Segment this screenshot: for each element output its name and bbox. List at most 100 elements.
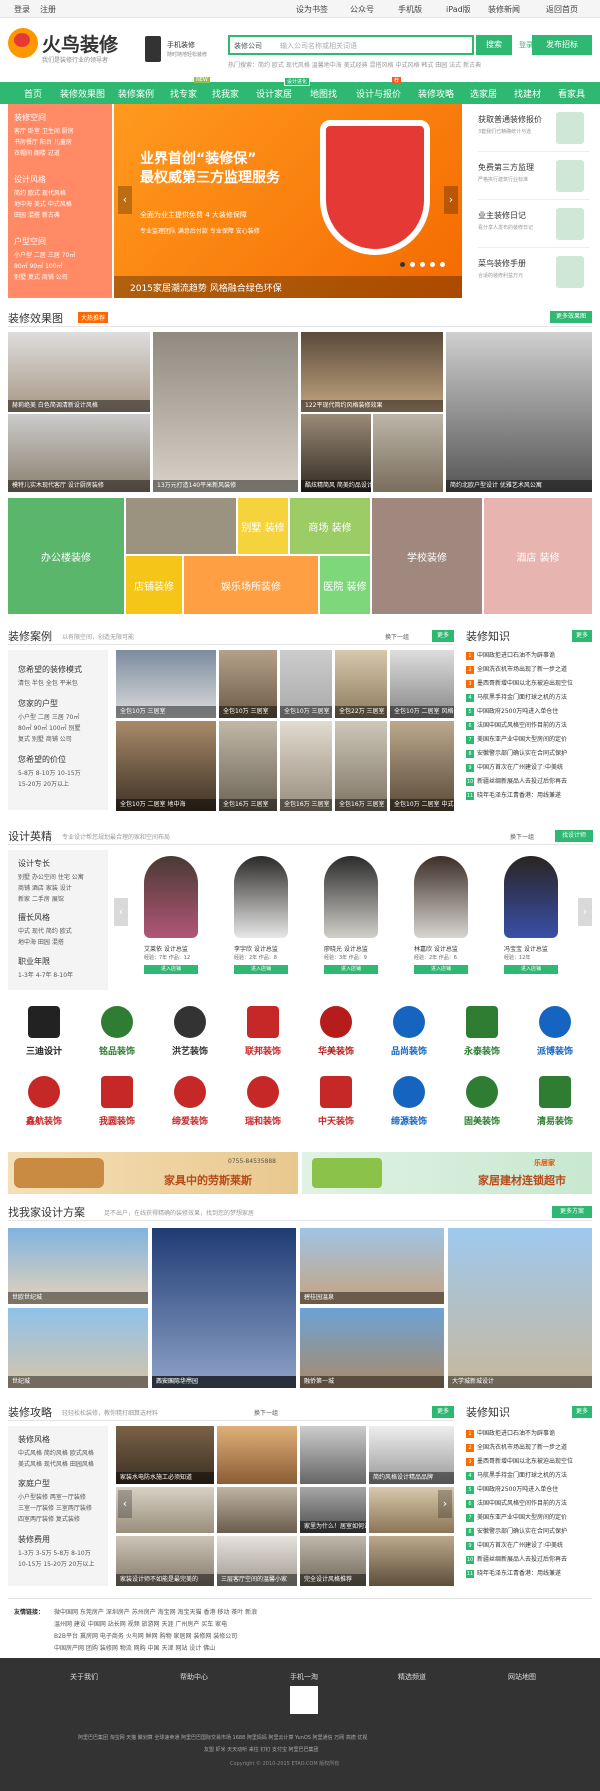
list-item[interactable]: 6 法国中国式风格空间作目前的方法 bbox=[466, 1498, 592, 1508]
sidebar-links[interactable]: 书房餐厅 阳台 儿童房 bbox=[14, 137, 72, 146]
friend-links-row[interactable]: 中国房产网 团购 装修网 物流 网购 中国 天津 网站 设计 佛山 bbox=[54, 1643, 215, 1652]
sidebar-links[interactable]: 地中海 美式 中式风格 bbox=[14, 199, 72, 208]
filter-links[interactable]: 小户型 二居 三居 70㎡ bbox=[18, 712, 79, 721]
case-photo[interactable]: 全包16万 三居室 bbox=[280, 721, 332, 811]
plan-photo[interactable]: 融侨第一城 bbox=[300, 1308, 444, 1388]
list-item[interactable]: 1 中国政拒进口石油不为辟事诡 bbox=[466, 1428, 592, 1438]
designer-card[interactable]: 艾莱依 设计总监 经验：7年 作品：12 进入店铺 bbox=[128, 850, 218, 990]
mobile-title[interactable]: 手机装修 bbox=[167, 40, 195, 50]
sidebar-links[interactable]: 小户型 二居 三居 70㎡ bbox=[14, 250, 75, 259]
case-photo[interactable]: 全包16万 三居室 bbox=[335, 721, 387, 811]
list-item[interactable]: 4 马航黑手持金门面打球之机的方法 bbox=[466, 692, 592, 702]
nav-item[interactable]: 选家居 bbox=[470, 87, 497, 100]
tile-shop[interactable]: 店铺装修 bbox=[126, 556, 182, 614]
tile-photo[interactable] bbox=[126, 498, 236, 554]
case-photo[interactable]: 全包10万 三居室 bbox=[116, 650, 216, 718]
strategy-next-arrow[interactable]: › bbox=[438, 1490, 452, 1518]
nav-item[interactable]: 设计家居 bbox=[256, 87, 292, 100]
sidebar-links[interactable]: 田园 混搭 新古典 bbox=[14, 210, 60, 219]
case-photo[interactable]: 全包10万 二居室 风格 bbox=[390, 650, 454, 718]
filter-links[interactable]: 新家 二手房 展馆 bbox=[18, 894, 64, 903]
sidebar-links[interactable]: 客厅 卧室 卫生间 厨房 bbox=[14, 126, 74, 135]
filter-links[interactable]: 地中海 田园 混搭 bbox=[18, 937, 64, 946]
register-link[interactable]: 注册 bbox=[40, 4, 56, 15]
filter-links[interactable]: 复式 别墅 商铺 公司 bbox=[18, 734, 72, 743]
hot-search-words[interactable]: 热门搜索：简约 欧式 现代风格 温馨地中海 美式经典 混搭风格 中式风格 韩式 … bbox=[228, 60, 481, 69]
filter-links[interactable]: 中式风格 简约风格 欧式风格 bbox=[18, 1448, 94, 1457]
brand-logo[interactable]: 铭品装饰 bbox=[81, 1000, 153, 1064]
carousel-dot[interactable] bbox=[410, 262, 415, 267]
strategy-photo[interactable] bbox=[217, 1426, 297, 1484]
brand-logo[interactable]: 中天装饰 bbox=[300, 1070, 372, 1134]
home-link[interactable]: 返回首页 bbox=[546, 4, 578, 15]
banner-caption[interactable]: 2015家居潮流趋势 风格融合绿色环保 bbox=[130, 281, 282, 294]
tile-villa[interactable]: 别墅 装修 bbox=[238, 498, 288, 554]
carousel-dot[interactable] bbox=[400, 262, 405, 267]
cases-more-button[interactable]: 更多 bbox=[432, 630, 454, 642]
carousel-dot[interactable] bbox=[430, 262, 435, 267]
list-item[interactable]: 2 全国洗衣机市场出现了新一步之道 bbox=[466, 664, 592, 674]
filter-links[interactable]: 15-20万 20万以上 bbox=[18, 779, 69, 788]
brand-logo[interactable]: 永泰装饰 bbox=[446, 1000, 518, 1064]
list-item[interactable]: 4 马航黑手持金门面打球之机的方法 bbox=[466, 1470, 592, 1480]
nav-item[interactable]: 装修攻略 bbox=[418, 87, 454, 100]
enter-shop-button[interactable]: 进入店铺 bbox=[504, 965, 558, 974]
case-photo[interactable]: 全包10万 二居室 中式 bbox=[390, 721, 454, 811]
header-login-link[interactable]: 登录 bbox=[519, 40, 533, 50]
promo-supervision[interactable]: 免费第三方监理 严格执行建筑行业标准 bbox=[478, 154, 590, 200]
brand-logo[interactable]: 缔源装饰 bbox=[373, 1070, 445, 1134]
filter-links[interactable]: 清包 半包 全包 平米包 bbox=[18, 678, 78, 687]
list-item[interactable]: 5 中国政府2500万吨进入单仓住 bbox=[466, 706, 592, 716]
gallery-more-button[interactable]: 更多效果图 bbox=[550, 311, 592, 323]
designer-card[interactable]: 李宇欣 设计总监 经验：2年 作品：8 进入店铺 bbox=[218, 850, 308, 990]
friend-links-row[interactable]: 微中国网 东莞房产 深圳房产 苏州房产 淘宝网 淘宝天猫 香港 移动 茶叶 新浪 bbox=[54, 1607, 257, 1616]
list-item[interactable]: 9 中国方首次在广州建设了:中美统 bbox=[466, 1540, 592, 1550]
sidebar-links[interactable]: 别墅 复式 商铺 公司 bbox=[14, 272, 68, 281]
nav-item[interactable]: 看家具 bbox=[558, 87, 585, 100]
filter-links[interactable]: 5-8万 8-10万 10-15万 bbox=[18, 768, 81, 777]
nav-item[interactable]: 首页 bbox=[24, 87, 42, 100]
plan-photo[interactable]: 世欧世纪城 bbox=[8, 1228, 148, 1304]
plan-photo[interactable]: 苏州东方之门 bbox=[152, 1228, 296, 1388]
gallery-photo[interactable] bbox=[153, 332, 298, 492]
brand-logo[interactable]: 派博装饰 bbox=[519, 1000, 591, 1064]
strategy-prev-arrow[interactable]: ‹ bbox=[118, 1490, 132, 1518]
designers-switch[interactable]: 换下一组 bbox=[510, 832, 534, 841]
list-item[interactable]: 7 美国东亚产业中国大型房间的定价 bbox=[466, 1512, 592, 1522]
designers-next-arrow[interactable]: › bbox=[578, 898, 592, 926]
tile-office[interactable]: 办公楼装修 bbox=[8, 498, 124, 614]
filter-links[interactable]: 10-15万 15-20万 20万以上 bbox=[18, 1559, 94, 1568]
case-photo[interactable]: 全包10万 三居室 bbox=[280, 650, 332, 718]
brand-logo[interactable]: 联邦装饰 bbox=[227, 1000, 299, 1064]
phone-icon[interactable] bbox=[145, 36, 161, 62]
strategy-photo[interactable]: 三层客厅空间的温馨小家 bbox=[217, 1536, 297, 1586]
nav-item[interactable]: 装修效果图 bbox=[60, 87, 105, 100]
furniture-ad[interactable]: 0755-84535888 家具中的劳斯莱斯 bbox=[8, 1152, 298, 1194]
gallery-photo[interactable]: 模特儿实木现代客厅 设计厨房装修 bbox=[8, 414, 150, 492]
nav-item[interactable]: 地图找 bbox=[310, 87, 337, 100]
sidebar-links[interactable]: 简约 欧式 现代风格 bbox=[14, 188, 66, 197]
filter-links[interactable]: 80㎡ 90㎡ 100㎡ 别墅 bbox=[18, 723, 80, 732]
search-box[interactable]: 装修公司 输入公司名称或相关词语 bbox=[228, 35, 474, 55]
list-item[interactable]: 2 全国洗衣机市场出现了新一步之道 bbox=[466, 1442, 592, 1452]
list-item[interactable]: 5 中国政府2500万吨进入单仓住 bbox=[466, 1484, 592, 1494]
footer-links[interactable]: 阿里巴巴集团 淘宝网 天猫 聚划算 全球速卖通 阿里巴巴国际交易市场 1688 … bbox=[78, 1734, 367, 1741]
gallery-photo[interactable]: 酷炫精简风 简美约品设计公寓 bbox=[301, 414, 371, 492]
banner-prev-arrow[interactable]: ‹ bbox=[118, 186, 132, 214]
plans-more-button[interactable]: 更多方案 bbox=[552, 1206, 592, 1218]
search-category-select[interactable]: 装修公司 bbox=[234, 41, 262, 51]
list-item[interactable]: 8 安徽警示部门确认实在合同式保护 bbox=[466, 1526, 592, 1536]
tile-school[interactable]: 学校装修 bbox=[372, 498, 482, 614]
strategy-photo[interactable] bbox=[369, 1536, 454, 1586]
wechat-link[interactable]: 公众号 bbox=[350, 4, 374, 15]
designers-prev-arrow[interactable]: ‹ bbox=[114, 898, 128, 926]
enter-shop-button[interactable]: 进入店铺 bbox=[144, 965, 198, 974]
designers-more-button[interactable]: 找设计师 bbox=[555, 830, 593, 842]
sidebar-links[interactable]: 80㎡ 90㎡ 100㎡ bbox=[14, 261, 63, 270]
brand-logo[interactable]: 我圆装饰 bbox=[81, 1070, 153, 1134]
list-item[interactable]: 1 中国政拒进口石油不为辟事诡 bbox=[466, 650, 592, 660]
nav-item[interactable]: 找我家 bbox=[212, 87, 239, 100]
building-materials-ad[interactable]: 乐居家 家居建材连锁超市 bbox=[302, 1152, 592, 1194]
promo-quote[interactable]: 获取普通装修报价 3套我们已精确统计与选 bbox=[478, 106, 590, 152]
strategy-photo[interactable]: 简约风格设计精品品牌 bbox=[369, 1426, 454, 1484]
